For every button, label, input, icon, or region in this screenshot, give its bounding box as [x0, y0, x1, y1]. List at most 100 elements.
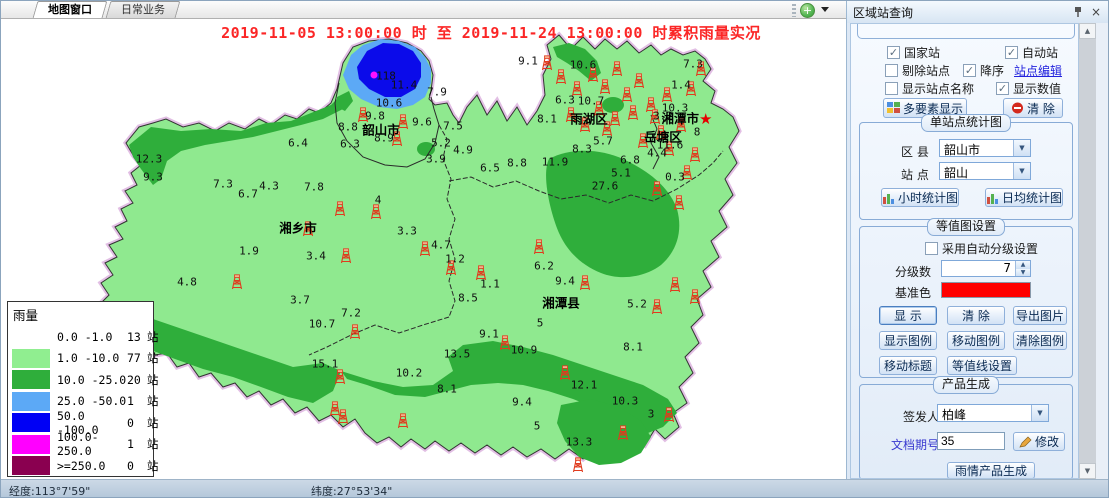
- chevron-down-icon[interactable]: ▼: [1031, 405, 1048, 421]
- panel-scrollbar[interactable]: ▲ ▼: [1079, 23, 1096, 479]
- button-label: 导出图片: [1016, 307, 1064, 324]
- station-value: 4.8: [177, 276, 197, 289]
- district-combobox[interactable]: 韶山市 ▼: [939, 139, 1031, 157]
- checkbox-box: ✓: [963, 64, 976, 77]
- tab-map-window[interactable]: 地图窗口: [33, 1, 108, 18]
- checkbox-label: 采用自动分级设置: [942, 240, 1038, 257]
- checkbox-auto-station[interactable]: ✓ 自动站: [1005, 44, 1058, 61]
- close-icon[interactable]: ×: [1088, 4, 1104, 20]
- station-value: 4.7: [431, 239, 451, 252]
- station-value: 9.3: [143, 171, 163, 184]
- clear-isoline-button[interactable]: 清 除: [947, 306, 1005, 325]
- checkbox-show-names[interactable]: 显示站点名称: [885, 80, 974, 97]
- hourly-chart-button[interactable]: 小时统计图: [881, 188, 959, 207]
- bar-chart-icon: [986, 192, 999, 204]
- move-legend-button[interactable]: 移动图例: [947, 331, 1005, 350]
- checkbox-national-station[interactable]: ✓ 国家站: [887, 44, 940, 61]
- legend-count: 13: [127, 330, 147, 344]
- legend-unit: 站: [147, 415, 159, 431]
- station-value: 10.3: [612, 395, 639, 408]
- rainfall-legend[interactable]: 雨量 0.0 -1.013站1.0 -10.077站10.0 -25.020站2…: [7, 301, 154, 477]
- arrow-up-icon[interactable]: ▲: [1016, 261, 1030, 269]
- clear-stations-button[interactable]: 清 除: [1003, 98, 1063, 118]
- move-title-button[interactable]: 移动标题: [879, 356, 937, 375]
- station-value: 3.9: [426, 153, 446, 166]
- legend-count: 77: [127, 351, 147, 365]
- tab-daily-business-label: 日常业务: [121, 2, 165, 17]
- issuer-label: 签发人: [903, 408, 939, 425]
- daily-chart-button[interactable]: 日均统计图: [985, 188, 1063, 207]
- button-label: 显示图例: [884, 332, 932, 349]
- station-value: 8.8: [338, 121, 358, 134]
- button-label: 日均统计图: [1002, 189, 1062, 206]
- levels-label: 分级数: [895, 263, 931, 280]
- button-label: 小时统计图: [898, 189, 958, 206]
- station-value: 8.3: [572, 143, 592, 156]
- legend-count: 0: [127, 416, 147, 430]
- button-label: 移动标题: [884, 357, 932, 374]
- station-label: 站 点: [901, 166, 929, 183]
- chevron-down-icon[interactable]: [821, 7, 829, 12]
- station-value: 3.7: [290, 294, 310, 307]
- tab-strip: 地图窗口 日常业务 +: [1, 1, 846, 19]
- station-value: 11.4: [391, 79, 418, 92]
- legend-range: 0.0 -1.0: [57, 330, 127, 344]
- add-layer-button[interactable]: +: [800, 3, 815, 18]
- chevron-down-icon[interactable]: ▼: [1013, 140, 1030, 156]
- checkbox-label: 显示数值: [1013, 80, 1061, 97]
- scroll-up-icon[interactable]: ▲: [1079, 23, 1096, 39]
- map-title: 2019-11-05 13:00:00 时 至 2019-11-24 13:00…: [121, 22, 846, 43]
- latitude-readout: 纬度:27°53'34": [311, 483, 392, 498]
- group-title: 产品生成: [933, 376, 999, 394]
- scroll-down-icon[interactable]: ▼: [1079, 463, 1096, 479]
- checkbox-box: [885, 64, 898, 77]
- group-title: 单站点统计图: [921, 114, 1011, 132]
- station-edit-link[interactable]: 站点编辑: [1014, 62, 1062, 79]
- group-title: 等值图设置: [927, 218, 1005, 236]
- station-combobox[interactable]: 韶山 ▼: [939, 162, 1031, 180]
- station-value: 6.7: [238, 188, 258, 201]
- legend-unit: 站: [147, 436, 159, 452]
- checkbox-box: ✓: [996, 82, 1009, 95]
- station-value: 1.1: [480, 278, 500, 291]
- chevron-down-icon[interactable]: ▼: [1013, 163, 1030, 179]
- checkbox-descending[interactable]: ✓ 降序: [963, 62, 1004, 79]
- panel-title: 区域站查询: [853, 4, 1068, 21]
- checkbox-exclude-station[interactable]: 剔除站点: [885, 62, 950, 79]
- combobox-value: 韶山: [940, 163, 1013, 179]
- station-value: 11.9: [542, 156, 569, 169]
- show-isoline-button[interactable]: 显 示: [879, 306, 937, 325]
- district-label: 湘潭市★: [662, 108, 713, 128]
- levels-spinner[interactable]: 7 ▲▼: [941, 260, 1031, 277]
- combobox-value: 柏峰: [938, 405, 1031, 421]
- map-canvas[interactable]: 2019-11-05 13:00:00 时 至 2019-11-24 13:00…: [1, 19, 846, 479]
- export-image-button[interactable]: 导出图片: [1013, 306, 1067, 325]
- checkbox-show-values[interactable]: ✓ 显示数值: [996, 80, 1061, 97]
- clear-legend-button[interactable]: 清除图例: [1013, 331, 1067, 350]
- base-color-swatch[interactable]: [941, 282, 1031, 298]
- spinner-arrows[interactable]: ▲▼: [1015, 261, 1030, 276]
- doc-number-input[interactable]: [937, 432, 1005, 450]
- clear-icon: [1011, 102, 1024, 114]
- checkbox-label: 自动站: [1022, 44, 1058, 61]
- legend-swatch: [12, 456, 50, 475]
- generate-rain-product-button[interactable]: 雨情产品生成: [947, 462, 1035, 479]
- station-value: 5: [537, 317, 544, 330]
- legend-range: 100.0-250.0: [57, 430, 127, 458]
- issuer-combobox[interactable]: 柏峰 ▼: [937, 404, 1049, 422]
- district-label: 湘潭县: [542, 293, 580, 312]
- arrow-down-icon[interactable]: ▼: [1016, 269, 1030, 277]
- station-value: 5: [534, 420, 541, 433]
- station-value: 6.3: [555, 94, 575, 107]
- modify-button[interactable]: 修改: [1013, 432, 1065, 451]
- tab-daily-business[interactable]: 日常业务: [106, 1, 181, 18]
- button-label: 显 示: [894, 307, 922, 324]
- checkbox-auto-grading[interactable]: 采用自动分级设置: [925, 240, 1038, 257]
- pin-icon[interactable]: [1070, 4, 1086, 20]
- station-value: 4: [375, 194, 382, 207]
- isoline-settings-button[interactable]: 等值线设置: [947, 356, 1017, 375]
- district-label: 岳塘区: [644, 127, 682, 146]
- station-value: 9.6: [412, 116, 432, 129]
- show-legend-button[interactable]: 显示图例: [879, 331, 937, 350]
- station-value: 6.2: [534, 260, 554, 273]
